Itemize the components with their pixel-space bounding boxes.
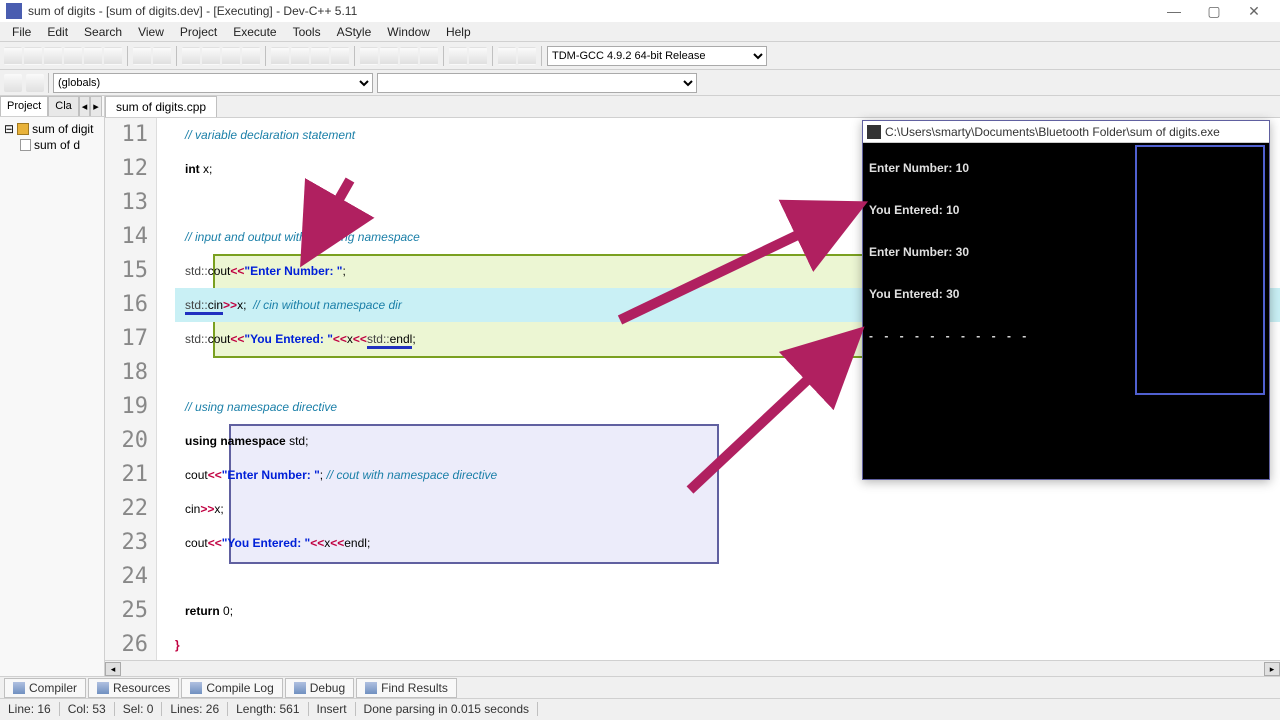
console-icon [867, 125, 881, 139]
toolbar-separator [354, 46, 355, 66]
status-line: Line: 16 [0, 702, 60, 716]
menu-search[interactable]: Search [76, 23, 130, 41]
tab-resources[interactable]: Resources [88, 678, 179, 698]
debug-icon [294, 682, 306, 694]
editor-tab[interactable]: sum of digits.cpp [105, 96, 217, 117]
console-titlebar[interactable]: C:\Users\smarty\Documents\Bluetooth Fold… [863, 121, 1269, 143]
maximize-button[interactable]: ▢ [1194, 3, 1234, 20]
delete-profile-button[interactable] [420, 47, 438, 65]
status-length: Length: 561 [228, 702, 308, 716]
undo-button[interactable] [133, 47, 151, 65]
status-col: Col: 53 [60, 702, 115, 716]
compiler-icon [13, 682, 25, 694]
main-toolbar: TDM-GCC 4.9.2 64-bit Release [0, 42, 1280, 70]
tab-compilelog[interactable]: Compile Log [181, 678, 282, 698]
minimize-button[interactable]: — [1154, 3, 1194, 19]
resources-icon [97, 682, 109, 694]
findnext-button[interactable] [222, 47, 240, 65]
status-insert: Insert [309, 702, 356, 716]
status-lines: Lines: 26 [162, 702, 228, 716]
save-button[interactable] [44, 47, 62, 65]
menubar: File Edit Search View Project Execute To… [0, 22, 1280, 42]
findresults-icon [365, 682, 377, 694]
project-name-label: sum of digit [32, 122, 93, 136]
tab-findresults[interactable]: Find Results [356, 678, 457, 698]
horizontal-scrollbar[interactable]: ◂ ▸ [105, 660, 1280, 676]
sidebar-tab-project[interactable]: Project [0, 96, 48, 116]
class-toolbar: (globals) [0, 70, 1280, 96]
folder-icon [17, 123, 29, 135]
project-file[interactable]: sum of d [4, 137, 100, 153]
toolbar-separator [541, 46, 542, 66]
rebuild-button[interactable] [331, 47, 349, 65]
saveall-button[interactable] [64, 47, 82, 65]
cross-button[interactable] [469, 47, 487, 65]
menu-help[interactable]: Help [438, 23, 479, 41]
app-icon [6, 3, 22, 19]
menu-edit[interactable]: Edit [39, 23, 76, 41]
menu-astyle[interactable]: AStyle [329, 23, 380, 41]
members-select[interactable] [377, 73, 697, 93]
menu-execute[interactable]: Execute [225, 23, 284, 41]
project-file-label: sum of d [34, 138, 80, 152]
toolbar-separator [443, 46, 444, 66]
sidebar-tab-right[interactable]: ▸ [90, 96, 102, 116]
toolbar-separator [176, 46, 177, 66]
globals-select[interactable]: (globals) [53, 73, 373, 93]
menu-project[interactable]: Project [172, 23, 225, 41]
close-file-button[interactable] [84, 47, 102, 65]
menu-tools[interactable]: Tools [285, 23, 329, 41]
close-button[interactable]: ✕ [1234, 3, 1274, 20]
file-icon [20, 139, 31, 151]
profile-button[interactable] [400, 47, 418, 65]
options-button[interactable] [518, 47, 536, 65]
console-title: C:\Users\smarty\Documents\Bluetooth Fold… [885, 125, 1220, 139]
project-root[interactable]: ⊟ sum of digit [4, 121, 100, 137]
line-gutter: 1112 1314 1516 1718 1920 2122 2324 2526 [105, 118, 157, 660]
toolbar-separator [492, 46, 493, 66]
compile-button[interactable] [271, 47, 289, 65]
output-tabs: Compiler Resources Compile Log Debug Fin… [0, 676, 1280, 698]
sidebar-tab-classes[interactable]: Cla [48, 96, 79, 116]
menu-window[interactable]: Window [379, 23, 438, 41]
redo-button[interactable] [153, 47, 171, 65]
compiler-select[interactable]: TDM-GCC 4.9.2 64-bit Release [547, 46, 767, 66]
run-button[interactable] [291, 47, 309, 65]
classbrowser-button[interactable] [26, 74, 44, 92]
tab-compiler[interactable]: Compiler [4, 678, 86, 698]
debug-button[interactable] [360, 47, 378, 65]
chart-button[interactable] [498, 47, 516, 65]
toolbar-separator [48, 73, 49, 93]
toolbar-separator [127, 46, 128, 66]
print-button[interactable] [104, 47, 122, 65]
status-parse: Done parsing in 0.015 seconds [356, 702, 538, 716]
new-button[interactable] [4, 47, 22, 65]
menu-file[interactable]: File [4, 23, 39, 41]
find-button[interactable] [182, 47, 200, 65]
status-bar: Line: 16 Col: 53 Sel: 0 Lines: 26 Length… [0, 698, 1280, 718]
status-sel: Sel: 0 [115, 702, 163, 716]
goto-button[interactable] [242, 47, 260, 65]
scroll-left-icon[interactable]: ◂ [105, 662, 121, 676]
menu-view[interactable]: View [130, 23, 172, 41]
check-button[interactable] [449, 47, 467, 65]
console-window[interactable]: C:\Users\smarty\Documents\Bluetooth Fold… [862, 120, 1270, 480]
tab-debug[interactable]: Debug [285, 678, 354, 698]
compilelog-icon [190, 682, 202, 694]
scroll-right-icon[interactable]: ▸ [1264, 662, 1280, 676]
stop-button[interactable] [380, 47, 398, 65]
open-button[interactable] [24, 47, 42, 65]
replace-button[interactable] [202, 47, 220, 65]
toolbar-separator [265, 46, 266, 66]
window-titlebar: sum of digits - [sum of digits.dev] - [E… [0, 0, 1280, 22]
newclass-button[interactable] [4, 74, 22, 92]
project-sidebar: Project Cla ◂ ▸ ⊟ sum of digit sum of d [0, 96, 105, 676]
window-title: sum of digits - [sum of digits.dev] - [E… [28, 4, 1154, 18]
compilerun-button[interactable] [311, 47, 329, 65]
sidebar-tab-left[interactable]: ◂ [79, 96, 91, 116]
console-output: Enter Number: 10 You Entered: 10 Enter N… [863, 143, 1269, 361]
